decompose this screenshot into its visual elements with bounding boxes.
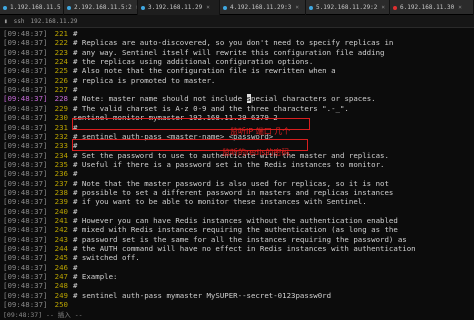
tab-5[interactable]: 5.192.168.11.29:2 × bbox=[306, 0, 390, 15]
code-text-after-cursor: pecial characters or spaces. bbox=[251, 94, 376, 104]
tab-status-dot-icon bbox=[67, 5, 71, 10]
status-line: [09:48:37] -- 插入 -- bbox=[0, 310, 474, 320]
tab-1[interactable]: 1.192.168.11.5× bbox=[0, 0, 64, 15]
tab-label: 4.192.168.11.29:3 bbox=[230, 4, 292, 11]
tab-status-dot-icon bbox=[3, 5, 7, 10]
close-icon[interactable]: × bbox=[206, 4, 210, 11]
close-icon[interactable]: × bbox=[295, 4, 299, 11]
terminal-icon: ▮ bbox=[4, 17, 8, 25]
tab-label: 5.192.168.11.29:2 bbox=[316, 4, 378, 11]
tab-6[interactable]: 6.192.168.11.30 × bbox=[390, 0, 474, 15]
tab-label: 3.192.168.11.29 bbox=[148, 4, 203, 11]
close-icon[interactable]: × bbox=[381, 4, 385, 11]
tab-label: 2.192.168.11.5:2 bbox=[74, 4, 132, 11]
tab-label: 6.192.168.11.30 bbox=[400, 4, 455, 11]
host-label: 192.168.11.29 bbox=[30, 17, 78, 25]
tab-status-dot-icon bbox=[309, 5, 313, 10]
tab-status-dot-icon bbox=[141, 5, 145, 10]
code-text-before-cursor: # Note: master name should not include bbox=[73, 94, 247, 104]
path-bar: ▮ ssh 192.168.11.29 bbox=[0, 15, 474, 28]
auth-pass-annotation: 监听的redis的密码 bbox=[222, 148, 290, 157]
close-icon[interactable]: × bbox=[458, 4, 462, 11]
terminal-editor[interactable]: [09:48:37] 221 # [09:48:37] 222 # Replicas ar… bbox=[0, 29, 474, 310]
tab-2[interactable]: 2.192.168.11.5:2× bbox=[64, 0, 138, 15]
monitor-annotation: 监听IP 端口 几个 bbox=[230, 127, 291, 136]
tab-status-dot-icon bbox=[393, 5, 397, 10]
status-text: [09:48:37] -- 插入 -- bbox=[3, 311, 83, 319]
tab-4[interactable]: 4.192.168.11.29:3 × bbox=[220, 0, 306, 15]
tab-bar: 1.192.168.11.5×2.192.168.11.5:2×3.192.16… bbox=[0, 0, 474, 15]
tab-3[interactable]: 3.192.168.11.29 × bbox=[138, 0, 220, 15]
session-label: ssh bbox=[13, 17, 25, 25]
tab-label: 1.192.168.11.5 bbox=[10, 4, 61, 11]
tab-status-dot-icon bbox=[223, 5, 227, 10]
